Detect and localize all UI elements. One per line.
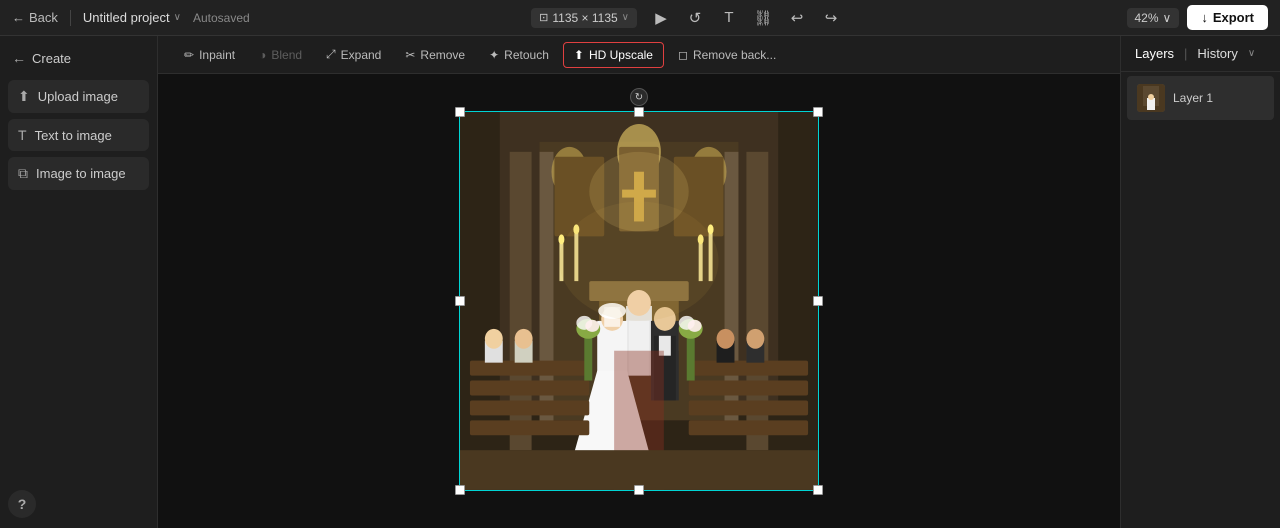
main-layout: ← Create ⬆ Upload image T Text to image … — [0, 36, 1280, 528]
topbar-tools: ▶ ↺ T ⛓ ↩ ↪ — [647, 4, 845, 32]
retouch-icon: ✦ — [489, 48, 499, 62]
right-sidebar: Layers | History ∨ Layer 1 — [1120, 36, 1280, 528]
expand-button[interactable]: ⤢ Expand — [316, 42, 391, 67]
topbar-divider — [70, 10, 71, 26]
retouch-label: Retouch — [504, 48, 549, 62]
expand-icon: ⤢ — [326, 47, 336, 62]
play-tool-button[interactable]: ▶ — [647, 4, 675, 32]
project-title-text: Untitled project — [83, 10, 170, 25]
back-button[interactable]: ← Back — [12, 10, 58, 25]
text-to-image-icon: T — [18, 127, 27, 143]
upload-image-button[interactable]: ⬆ Upload image — [8, 80, 149, 113]
blend-icon: ◑ — [259, 48, 266, 62]
create-header: ← Create — [8, 46, 149, 74]
inpaint-label: Inpaint — [199, 48, 235, 62]
sidebar-bottom: ? — [8, 482, 149, 518]
left-sidebar: ← Create ⬆ Upload image T Text to image … — [0, 36, 158, 528]
right-sidebar-header: Layers | History ∨ — [1121, 36, 1280, 72]
topbar-right: 42% ∨ ↓ Export — [1127, 5, 1269, 30]
canvas-toolbar: ✏ Inpaint ◑ Blend ⤢ Expand ✂ Remove ✦ Re… — [158, 36, 1120, 74]
text-tool-button[interactable]: T — [715, 4, 743, 32]
layer-thumbnail — [1137, 84, 1165, 112]
image-to-image-label: Image to image — [36, 166, 126, 181]
dimension-chevron-icon: ∨ — [622, 12, 629, 23]
export-label: Export — [1213, 10, 1254, 25]
back-label: Back — [29, 10, 58, 25]
help-icon: ? — [18, 496, 27, 512]
undo-tool-button[interactable]: ↩ — [783, 4, 811, 32]
tab-divider: | — [1184, 46, 1187, 61]
layer-item[interactable]: Layer 1 — [1127, 76, 1274, 120]
text-to-image-button[interactable]: T Text to image — [8, 119, 149, 151]
autosaved-status: Autosaved — [193, 11, 250, 25]
image-to-image-icon: ⧉ — [18, 165, 28, 182]
text-to-image-label: Text to image — [35, 128, 112, 143]
export-button[interactable]: ↓ Export — [1187, 5, 1268, 30]
blend-label: Blend — [271, 48, 302, 62]
upload-image-label: Upload image — [38, 89, 118, 104]
help-button[interactable]: ? — [8, 490, 36, 518]
inpaint-icon: ✏ — [184, 48, 194, 62]
canvas-image-wrapper[interactable]: ↻ — [459, 111, 819, 491]
create-back-arrow-icon: ← — [12, 50, 26, 66]
topbar-center: ⊡ 1135 × 1135 ∨ ▶ ↺ T ⛓ ↩ ↪ — [258, 4, 1119, 32]
export-icon: ↓ — [1201, 10, 1208, 25]
remove-background-icon: ◻ — [678, 48, 688, 62]
project-title-chevron-icon: ∨ — [174, 12, 181, 23]
redo-tool-button[interactable]: ↪ — [817, 4, 845, 32]
create-label: Create — [32, 51, 71, 66]
topbar: ← Back Untitled project ∨ Autosaved ⊡ 11… — [0, 0, 1280, 36]
remove-label: Remove — [420, 48, 465, 62]
canvas-content[interactable]: ↻ — [158, 74, 1120, 528]
image-to-image-button[interactable]: ⧉ Image to image — [8, 157, 149, 190]
canvas-area: ✏ Inpaint ◑ Blend ⤢ Expand ✂ Remove ✦ Re… — [158, 36, 1120, 528]
history-chevron-icon: ∨ — [1248, 48, 1255, 59]
remove-background-label: Remove back... — [693, 48, 776, 62]
tab-history[interactable]: History — [1193, 44, 1241, 63]
zoom-badge[interactable]: 42% ∨ — [1127, 8, 1180, 28]
zoom-level: 42% — [1135, 11, 1159, 25]
remove-icon: ✂ — [405, 48, 415, 62]
project-title[interactable]: Untitled project ∨ — [83, 10, 181, 25]
remove-background-button[interactable]: ◻ Remove back... — [668, 43, 786, 67]
blend-button[interactable]: ◑ Blend — [249, 43, 312, 67]
retouch-button[interactable]: ✦ Retouch — [479, 43, 559, 67]
layer-name: Layer 1 — [1173, 91, 1213, 105]
rotate-handle[interactable]: ↻ — [630, 88, 648, 106]
hd-upscale-label: HD Upscale — [589, 48, 653, 62]
inpaint-button[interactable]: ✏ Inpaint — [174, 43, 245, 67]
zoom-chevron-icon: ∨ — [1163, 11, 1172, 25]
dimension-badge[interactable]: ⊡ 1135 × 1135 ∨ — [531, 8, 637, 28]
back-arrow-icon: ← — [12, 10, 25, 25]
expand-label: Expand — [341, 48, 382, 62]
hd-upscale-button[interactable]: ⬆ HD Upscale — [563, 42, 664, 68]
dimension-text: 1135 × 1135 — [552, 11, 617, 25]
remove-button[interactable]: ✂ Remove — [395, 43, 475, 67]
hd-upscale-icon: ⬆ — [574, 48, 584, 62]
dimension-icon: ⊡ — [539, 11, 548, 24]
upload-icon: ⬆ — [18, 88, 30, 105]
link-tool-button[interactable]: ⛓ — [749, 4, 777, 32]
refresh-tool-button[interactable]: ↺ — [681, 4, 709, 32]
tab-layers[interactable]: Layers — [1131, 44, 1178, 63]
canvas-image — [459, 111, 819, 491]
